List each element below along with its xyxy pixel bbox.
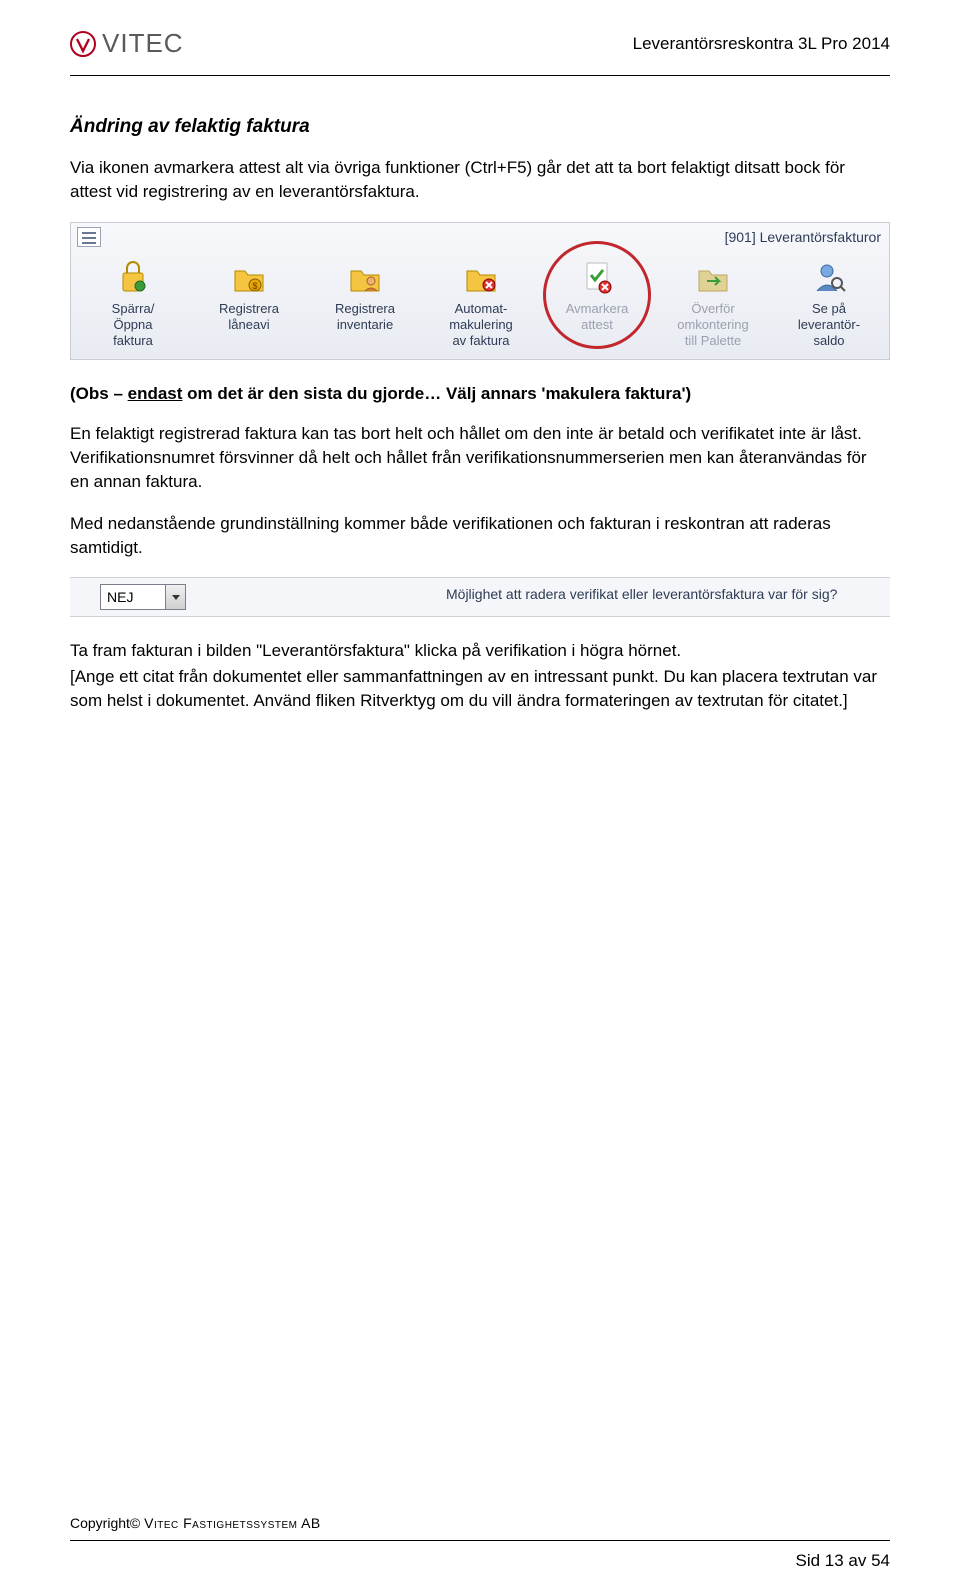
brand-name: VITEC xyxy=(102,28,184,59)
toolbar-btn-avmarkera-attest[interactable]: Avmarkeraattest xyxy=(539,255,655,334)
folder-delete-icon xyxy=(457,257,505,297)
list-menu-icon[interactable] xyxy=(77,227,101,247)
toolbar-btn-overfor[interactable]: Överföromkonteringtill Palette xyxy=(655,255,771,350)
folder-money-icon: $ xyxy=(225,257,273,297)
toolbar-label: Överföromkonteringtill Palette xyxy=(655,301,771,350)
person-search-icon xyxy=(805,257,853,297)
doc-title: Leverantörsreskontra 3L Pro 2014 xyxy=(633,28,890,54)
logo-mark-icon xyxy=(70,31,96,57)
page-number: Sid 13 av 54 xyxy=(795,1551,890,1571)
header-rule xyxy=(70,75,890,76)
folder-user-icon xyxy=(341,257,389,297)
toolbar-btn-saldo[interactable]: Se påleverantör-saldo xyxy=(771,255,887,350)
paragraph-setting-intro: Med nedanstående grundinställning kommer… xyxy=(70,512,890,560)
paragraph-placeholder-quote: [Ange ett citat från dokumentet eller sa… xyxy=(70,665,890,713)
toolbar-btn-automak[interactable]: Automat-makuleringav faktura xyxy=(423,255,539,350)
toolbar-btn-sparra[interactable]: Spärra/Öppnafaktura xyxy=(75,255,191,350)
toolbar-label: Spärra/Öppnafaktura xyxy=(75,301,191,350)
setting-value: NEJ xyxy=(107,589,133,605)
paragraph-explain: En felaktigt registrerad faktura kan tas… xyxy=(70,422,890,493)
setting-dropdown[interactable]: NEJ xyxy=(100,584,186,610)
toolbar-btn-laneavi[interactable]: $ Registreralåneavi xyxy=(191,255,307,334)
toolbar-label: Se påleverantör-saldo xyxy=(771,301,887,350)
paragraph-intro: Via ikonen avmarkera attest alt via övri… xyxy=(70,156,890,204)
window-title: [901] Leverantörsfakturor xyxy=(725,229,881,245)
footer-rule xyxy=(70,1540,890,1541)
chevron-down-icon[interactable] xyxy=(165,585,185,609)
transfer-icon xyxy=(689,257,737,297)
toolbar-label: Registrerainventarie xyxy=(307,301,423,334)
toolbar-label: Avmarkeraattest xyxy=(539,301,655,334)
section-heading: Ändring av felaktig faktura xyxy=(70,116,890,138)
setting-label: Möjlighet att radera verifikat eller lev… xyxy=(186,582,890,606)
toolbar-label: Automat-makuleringav faktura xyxy=(423,301,539,350)
setting-screenshot: NEJ Möjlighet att radera verifikat eller… xyxy=(70,577,890,617)
obs-note: (Obs – endast om det är den sista du gjo… xyxy=(70,384,890,404)
paragraph-instruction: Ta fram fakturan i bilden "Leverantörsfa… xyxy=(70,639,890,663)
toolbar-screenshot: [901] Leverantörsfakturor Spärra/Öppnafa… xyxy=(70,222,890,361)
unmark-attest-icon xyxy=(573,257,621,297)
toolbar-btn-inventarie[interactable]: Registrerainventarie xyxy=(307,255,423,334)
svg-text:$: $ xyxy=(252,281,257,291)
brand-logo: VITEC xyxy=(70,28,184,59)
page-header: VITEC Leverantörsreskontra 3L Pro 2014 xyxy=(70,28,890,69)
copyright: Copyright© Vitec Fastighetssystem AB xyxy=(70,1515,321,1531)
toolbar-label: Registreralåneavi xyxy=(191,301,307,334)
lock-icon xyxy=(109,257,157,297)
